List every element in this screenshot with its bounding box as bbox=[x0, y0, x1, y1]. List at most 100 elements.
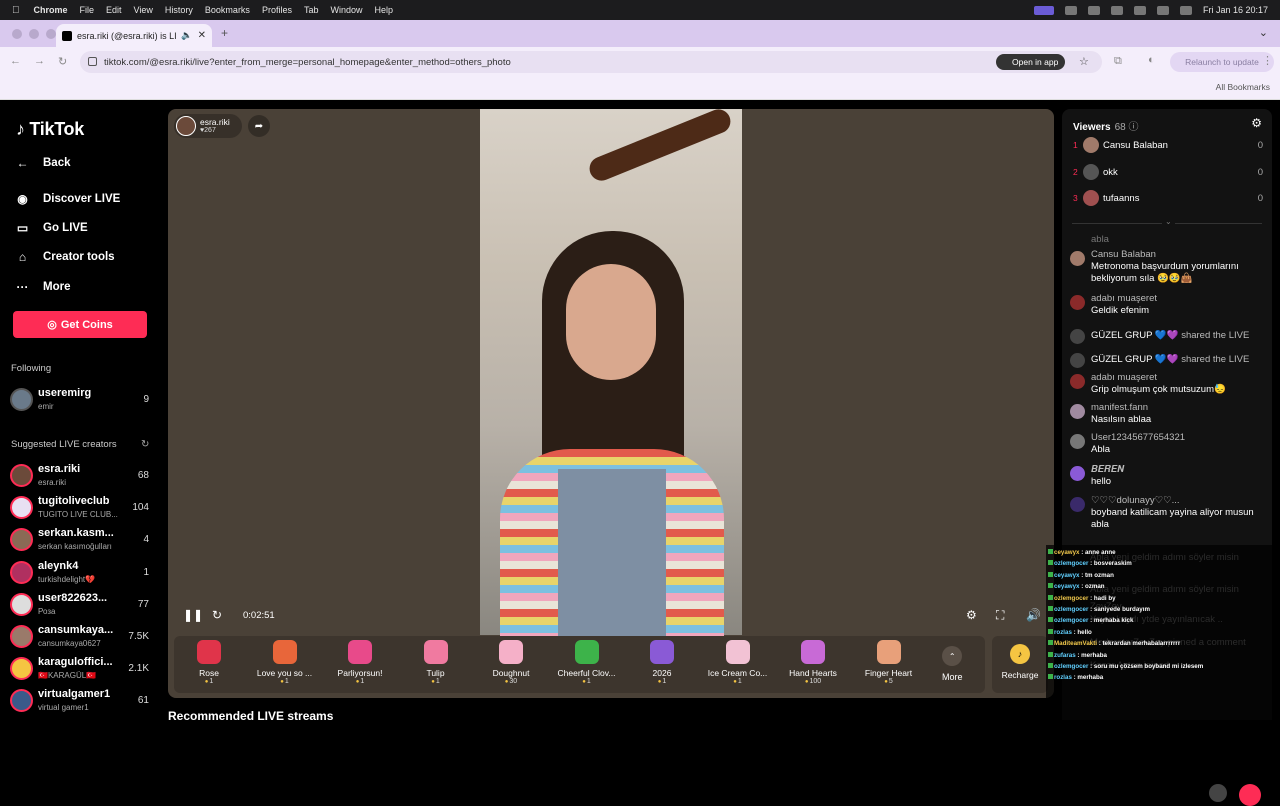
extensions-icon[interactable]: ⧉ bbox=[1114, 55, 1122, 68]
gift-item[interactable]: Rose1 bbox=[174, 640, 244, 685]
replay-icon[interactable]: ↻ bbox=[212, 608, 222, 622]
left-sidebar: ♪ TikTok ← Back ◉ Discover LIVE ▭ Go LIVE ⌂… bbox=[0, 101, 160, 720]
nav-discover-live[interactable]: ◉ Discover LIVE bbox=[14, 192, 120, 206]
volume-icon[interactable]: 🔊 bbox=[1026, 608, 1041, 622]
share-button[interactable]: ➦ bbox=[248, 115, 270, 137]
gift-item[interactable]: Ice Cream Co...1 bbox=[703, 640, 773, 685]
menu-profiles[interactable]: Profiles bbox=[262, 5, 292, 15]
live-video[interactable] bbox=[480, 109, 742, 639]
host-badge[interactable]: esra.riki ♥267 bbox=[174, 114, 242, 138]
chat-username[interactable]: adabı muaşeret bbox=[1091, 293, 1157, 304]
tray-app-icon[interactable] bbox=[1087, 5, 1100, 15]
fullscreen-icon[interactable]: ⛶ bbox=[996, 608, 1004, 623]
chrome-menu-icon[interactable]: ⋮ bbox=[1262, 54, 1273, 67]
avatar bbox=[1070, 497, 1085, 512]
viewer-row[interactable]: 2 okk 0 bbox=[1073, 163, 1263, 183]
chat-username[interactable]: GÜZEL GRUP 💙💜 bbox=[1091, 354, 1179, 365]
audio-playing-icon[interactable]: 🔈 bbox=[181, 30, 192, 41]
suggested-creator[interactable]: tugitoliveclub TUGITO LIVE CLUB... 104 bbox=[10, 493, 150, 523]
chat-username[interactable]: 𝑩𝑬𝑹𝑬𝑵 bbox=[1091, 464, 1124, 475]
gift-item[interactable]: Parliyorsun!1 bbox=[325, 640, 395, 685]
emoji-icon[interactable] bbox=[1209, 784, 1227, 802]
control-center-icon[interactable] bbox=[1179, 5, 1192, 15]
viewer-row[interactable]: 1 Cansu Balaban 0 bbox=[1073, 136, 1263, 156]
chat-username[interactable]: adabı muaşeret bbox=[1091, 372, 1157, 383]
suggested-creator[interactable]: serkan.kasm... serkan kasımoğulları 4 bbox=[10, 525, 150, 555]
pause-icon[interactable]: ❚❚ bbox=[183, 608, 203, 622]
browser-tab-active[interactable]: esra.riki (@esra.riki) is LIVE 🔈 ✕ bbox=[56, 24, 212, 47]
tab-search-chevron-icon[interactable]: ⌄ bbox=[1259, 26, 1268, 39]
settings-icon[interactable]: ⚙ bbox=[966, 608, 977, 622]
bookmark-star-icon[interactable]: ☆ bbox=[1079, 55, 1089, 68]
suggested-creator[interactable]: virtualgamer1 virtual gamer1 61 bbox=[10, 686, 150, 716]
minimize-window-button[interactable] bbox=[29, 29, 39, 39]
menu-history[interactable]: History bbox=[165, 5, 193, 15]
menu-view[interactable]: View bbox=[134, 5, 153, 15]
apple-icon[interactable]:  bbox=[12, 5, 20, 16]
suggested-creator[interactable]: karaguloffici... 🇹🇷KARAGÜL🇹🇷 2.1K bbox=[10, 654, 150, 684]
nav-go-live[interactable]: ▭ Go LIVE bbox=[14, 221, 88, 235]
chat-username[interactable]: GÜZEL GRUP 💙💜 bbox=[1091, 330, 1179, 341]
site-info-icon[interactable] bbox=[88, 57, 97, 66]
menu-tab[interactable]: Tab bbox=[304, 5, 319, 15]
gift-name: Ice Cream Co... bbox=[707, 668, 768, 678]
open-in-app-button[interactable]: Open in app bbox=[996, 54, 1066, 70]
menu-edit[interactable]: Edit bbox=[106, 5, 122, 15]
reload-icon[interactable]: ↻ bbox=[58, 55, 67, 68]
tiktok-logo[interactable]: ♪ TikTok bbox=[16, 119, 84, 140]
gift-item[interactable]: Doughnut30 bbox=[476, 640, 546, 685]
battery-icon[interactable] bbox=[1156, 5, 1169, 15]
chat-username[interactable]: Cansu Balaban bbox=[1091, 249, 1156, 260]
gift-item[interactable]: Finger Heart5 bbox=[854, 640, 924, 685]
menu-bookmarks[interactable]: Bookmarks bbox=[205, 5, 250, 15]
menu-help[interactable]: Help bbox=[374, 5, 393, 15]
following-item[interactable]: useremirg emir 9 bbox=[10, 385, 150, 415]
gift-name: Doughnut bbox=[492, 668, 530, 678]
avatar bbox=[1070, 466, 1085, 481]
suggested-creator[interactable]: esra.riki esra.riki 68 bbox=[10, 461, 150, 491]
menubar-clock[interactable]: Fri Jan 16 20:17 bbox=[1203, 5, 1268, 15]
tray-app-icon[interactable] bbox=[1110, 5, 1123, 15]
gift-item[interactable]: Hand Hearts100 bbox=[778, 640, 848, 685]
suggested-creator[interactable]: cansumkaya... cansumkaya0627 7.5K bbox=[10, 622, 150, 652]
menu-file[interactable]: File bbox=[80, 5, 95, 15]
tray-app-icon[interactable] bbox=[1064, 5, 1077, 15]
viewer-row[interactable]: 3 tufaanns 0 bbox=[1073, 189, 1263, 209]
info-icon[interactable]: ⓘ bbox=[1129, 122, 1139, 133]
gift-item[interactable]: Cheerful Clov...1 bbox=[552, 640, 622, 685]
chat-username[interactable]: manifest.fann bbox=[1091, 402, 1148, 413]
menubar-app-name[interactable]: Chrome bbox=[34, 5, 68, 15]
close-window-button[interactable] bbox=[12, 29, 22, 39]
gift-item[interactable]: Tulip1 bbox=[401, 640, 471, 685]
forward-arrow-icon[interactable]: → bbox=[34, 55, 45, 67]
maximize-window-button[interactable] bbox=[46, 29, 56, 39]
profile-avatar[interactable]: ◐ bbox=[1148, 54, 1155, 66]
avatar bbox=[1083, 163, 1099, 180]
nav-creator-tools[interactable]: ⌂ Creator tools bbox=[14, 250, 115, 264]
gift-item[interactable]: Love you so ...1 bbox=[250, 640, 320, 685]
chat-username[interactable]: ♡♡♡dolunayy♡♡... bbox=[1091, 495, 1180, 506]
settings-gear-icon[interactable]: ⚙ bbox=[1251, 116, 1262, 130]
new-tab-icon[interactable]: + bbox=[221, 26, 228, 40]
nav-more[interactable]: ··· More bbox=[14, 280, 71, 294]
live-player[interactable]: esra.riki ♥267 ➦ ❚❚ ↻ 0:02:51 ⚙ ⛶ 🔊 Rose… bbox=[168, 109, 1054, 698]
all-bookmarks-link[interactable]: All Bookmarks bbox=[1216, 82, 1270, 92]
suggested-creator[interactable]: user822623... Роза 77 bbox=[10, 590, 150, 620]
relaunch-to-update-button[interactable]: Relaunch to update bbox=[1170, 52, 1274, 72]
like-heart-icon[interactable] bbox=[1239, 784, 1261, 806]
recharge-button[interactable]: ♪ Recharge bbox=[992, 636, 1048, 693]
suggested-creator[interactable]: aleynk4 turkishdelight💔 1 bbox=[10, 558, 150, 588]
address-bar[interactable]: tiktok.com/@esra.riki/live?enter_from_me… bbox=[80, 51, 1102, 73]
back-arrow-icon[interactable]: ← bbox=[10, 55, 21, 67]
get-coins-button[interactable]: ◎ Get Coins bbox=[13, 311, 147, 338]
more-gifts-button[interactable]: ⌃ More bbox=[942, 646, 963, 682]
chat-username[interactable]: User12345677654321 bbox=[1091, 432, 1185, 443]
wifi-icon[interactable] bbox=[1133, 5, 1146, 15]
close-tab-icon[interactable]: ✕ bbox=[198, 30, 206, 41]
nav-back[interactable]: ← Back bbox=[14, 156, 71, 170]
refresh-icon[interactable]: ↻ bbox=[141, 439, 149, 450]
gift-item[interactable]: 20261 bbox=[627, 640, 697, 685]
chevron-down-icon[interactable]: ⌄ bbox=[1162, 217, 1175, 226]
menu-window[interactable]: Window bbox=[330, 5, 362, 15]
screen-record-icon[interactable] bbox=[1033, 5, 1054, 15]
